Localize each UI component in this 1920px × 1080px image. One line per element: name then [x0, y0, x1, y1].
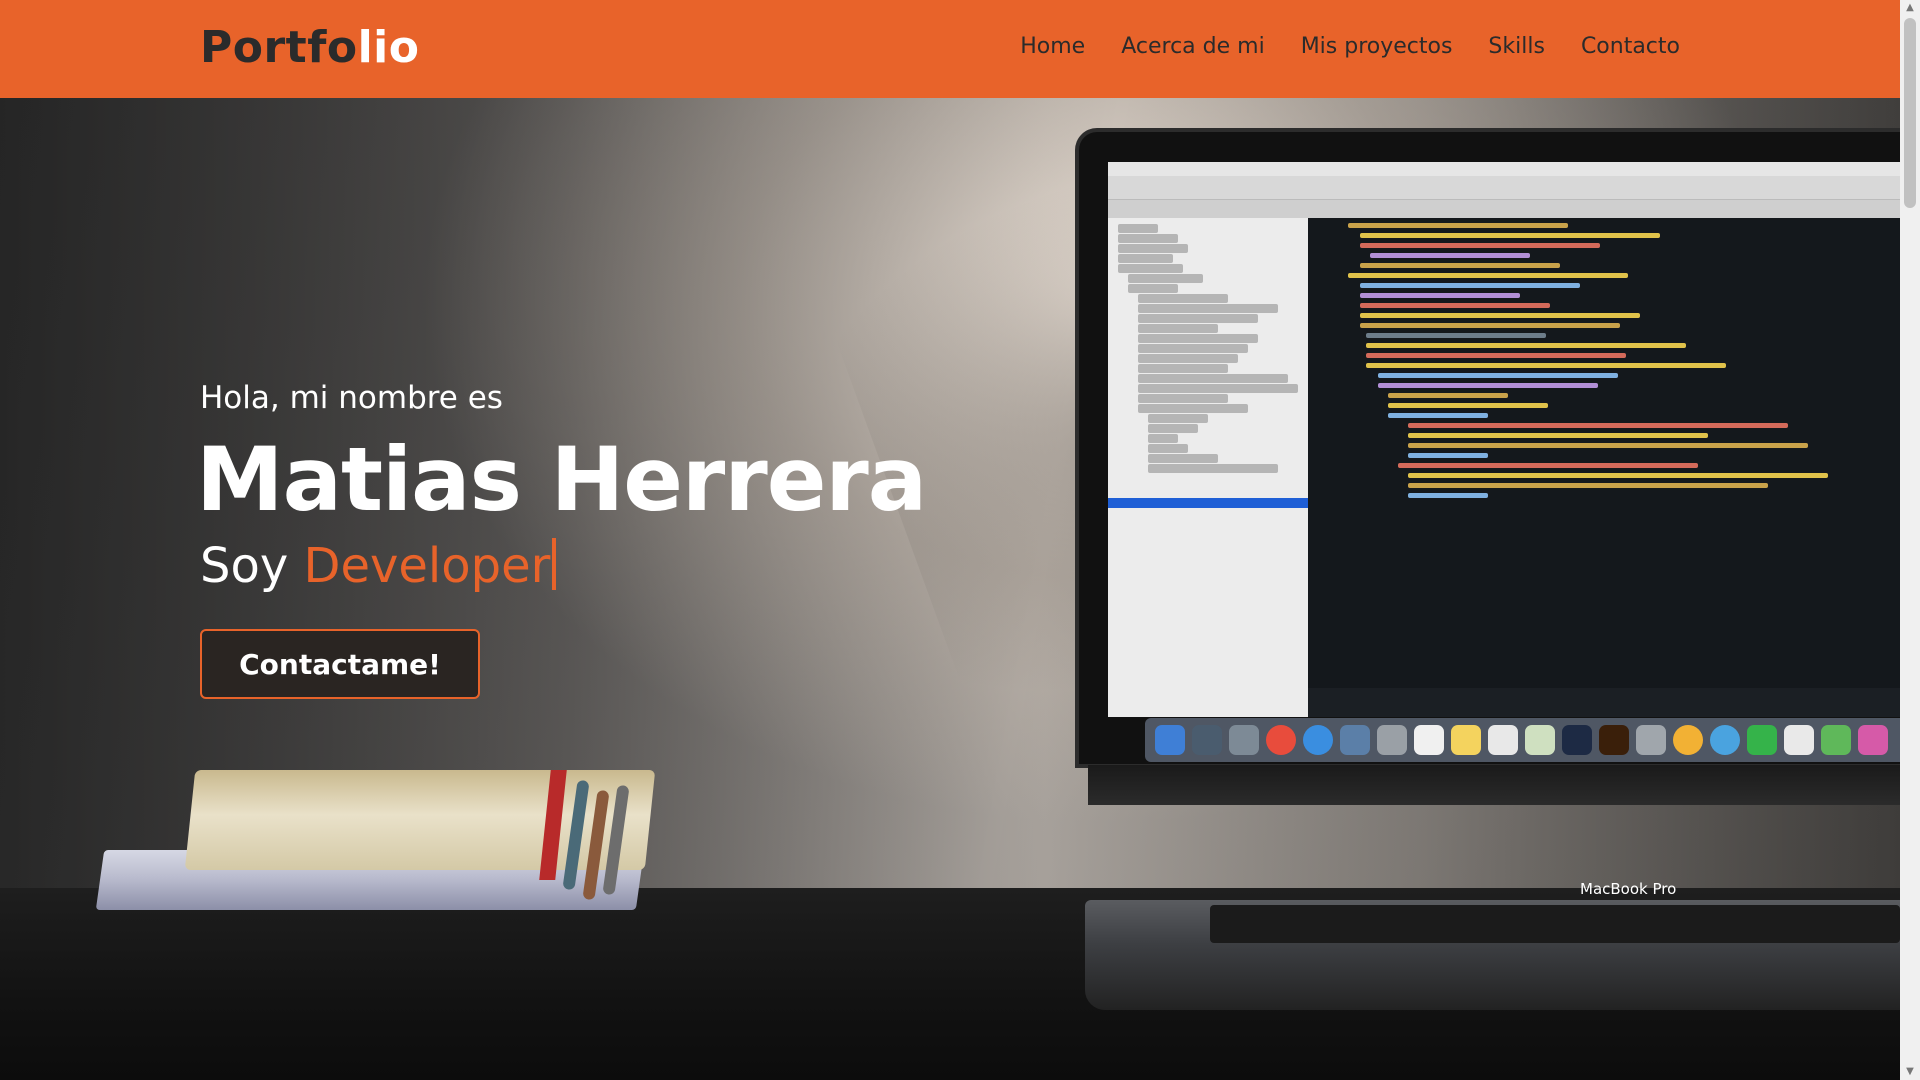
laptop-chin	[1088, 765, 1900, 805]
role-word: Developer	[303, 538, 551, 594]
scroll-up-icon[interactable]: ▲	[1904, 2, 1916, 14]
nav-link-about[interactable]: Acerca de mi	[1121, 34, 1264, 59]
file-tree	[1108, 218, 1308, 717]
laptop-screen	[1108, 162, 1900, 717]
scroll-down-icon[interactable]: ▼	[1904, 1066, 1916, 1078]
scroll-thumb[interactable]	[1904, 18, 1916, 208]
scrollbar[interactable]: ▲ ▼	[1900, 0, 1920, 1080]
keyboard	[1210, 905, 1900, 943]
pens-image	[560, 770, 650, 910]
hero-name: Matias Herrera	[196, 428, 927, 531]
hero-greeting: Hola, mi nombre es	[200, 380, 503, 416]
nav-link-home[interactable]: Home	[1020, 34, 1085, 59]
nav-links: Home Acerca de mi Mis proyectos Skills C…	[1020, 34, 1680, 59]
brand-logo[interactable]: Portfolio	[200, 22, 420, 73]
dock	[1145, 718, 1900, 762]
brand-main: Portfo	[200, 22, 358, 73]
nav-link-contact[interactable]: Contacto	[1581, 34, 1680, 59]
nav-link-skills[interactable]: Skills	[1488, 34, 1545, 59]
brand-accent: lio	[357, 22, 420, 73]
code-editor	[1308, 218, 1900, 688]
role-prefix: Soy	[200, 538, 304, 594]
navbar: Portfolio Home Acerca de mi Mis proyecto…	[0, 0, 1900, 98]
hero-role: Soy Developer	[200, 538, 557, 594]
selected-file	[1108, 498, 1308, 508]
nav-link-projects[interactable]: Mis proyectos	[1301, 34, 1453, 59]
contact-button[interactable]: Contactame!	[200, 629, 480, 699]
laptop-label: MacBook Pro	[1580, 880, 1677, 898]
typing-cursor	[552, 538, 557, 590]
